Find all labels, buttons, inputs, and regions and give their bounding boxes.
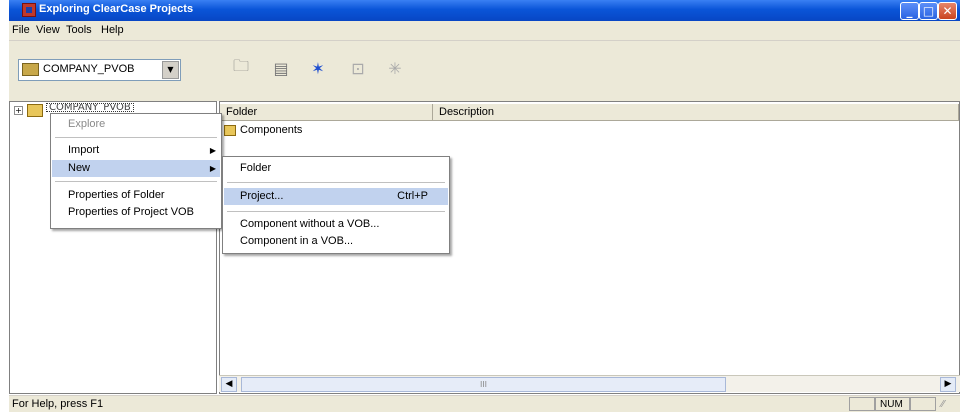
menu-separator bbox=[55, 137, 217, 138]
list-item[interactable]: Components bbox=[222, 122, 432, 138]
scroll-right-button[interactable]: ▶ bbox=[940, 377, 956, 392]
window-title: Exploring ClearCase Projects bbox=[39, 3, 194, 15]
submenu-arrow-icon: ▶ bbox=[209, 146, 216, 155]
menu-separator bbox=[227, 182, 445, 183]
scroll-left-button[interactable]: ◀ bbox=[221, 377, 237, 392]
menu-item-component-in-vob[interactable]: Component in a VOB... bbox=[224, 233, 448, 250]
menu-file[interactable]: File bbox=[12, 24, 30, 36]
menu-bar: File View Tools Help bbox=[9, 21, 960, 41]
list-item-label: Components bbox=[240, 124, 303, 136]
column-header-description[interactable]: Description bbox=[433, 104, 959, 121]
expand-toggle[interactable]: + bbox=[14, 106, 23, 115]
status-text: For Help, press F1 bbox=[12, 398, 104, 410]
deliver-icon[interactable]: ⊡ bbox=[344, 54, 372, 82]
pvob-icon bbox=[22, 63, 39, 76]
horizontal-scrollbar[interactable]: ◀ III ▶ bbox=[219, 375, 960, 392]
pvob-folder-icon bbox=[27, 104, 43, 117]
tree-root-label[interactable]: COMPANY_PVOB bbox=[46, 103, 134, 112]
menu-item-properties-of-folder[interactable]: Properties of Folder bbox=[52, 187, 220, 204]
status-cell-empty bbox=[849, 397, 875, 411]
vob-selector-value: COMPANY_PVOB bbox=[43, 63, 135, 75]
menu-item-project[interactable]: Project... Ctrl+P bbox=[224, 188, 448, 205]
menu-view[interactable]: View bbox=[36, 24, 60, 36]
new-project-icon[interactable]: ✶ bbox=[304, 54, 332, 82]
submenu-arrow-icon: ▶ bbox=[209, 164, 216, 173]
status-cell-empty bbox=[910, 397, 936, 411]
menu-help[interactable]: Help bbox=[101, 24, 124, 36]
chevron-down-icon[interactable]: ▼ bbox=[162, 61, 179, 79]
menu-tools[interactable]: Tools bbox=[66, 24, 92, 36]
status-num: NUM bbox=[875, 397, 910, 411]
close-button[interactable]: ✕ bbox=[938, 2, 957, 20]
vob-selector[interactable]: COMPANY_PVOB ▼ bbox=[18, 59, 181, 81]
new-submenu: Folder Project... Ctrl+P Component withou… bbox=[222, 156, 450, 254]
menu-separator bbox=[227, 211, 445, 212]
status-bar: For Help, press F1 NUM ⁄⁄ bbox=[9, 395, 960, 412]
menu-separator bbox=[55, 181, 217, 182]
maximize-button[interactable]: □ bbox=[919, 2, 938, 20]
menu-item-import[interactable]: Import ▶ bbox=[52, 142, 220, 159]
clearcase-app-icon bbox=[22, 3, 36, 17]
menu-item-explore[interactable]: Explore bbox=[52, 116, 220, 133]
folder-icon[interactable]: 🗀 bbox=[227, 54, 255, 82]
properties-icon[interactable]: ▤ bbox=[267, 54, 295, 82]
menu-item-new[interactable]: New ▶ bbox=[52, 160, 220, 177]
toolbar: COMPANY_PVOB ▼ 🗀 ▤ ✶ ⊡ ✳ bbox=[9, 41, 960, 101]
scrollbar-thumb[interactable]: III bbox=[241, 377, 726, 392]
column-header-folder[interactable]: Folder bbox=[220, 104, 433, 121]
resize-grip-icon[interactable]: ⁄⁄ bbox=[941, 399, 944, 410]
shortcut-label: Ctrl+P bbox=[397, 190, 428, 202]
context-menu: Explore Import ▶ New ▶ Properties of Folde… bbox=[50, 113, 222, 229]
components-folder-icon bbox=[224, 125, 236, 136]
rebase-icon[interactable]: ✳ bbox=[381, 54, 409, 82]
minimize-button[interactable]: _ bbox=[900, 2, 919, 20]
scrollbar-grip: III bbox=[479, 380, 488, 389]
menu-item-properties-of-project-vob[interactable]: Properties of Project VOB bbox=[52, 204, 220, 221]
menu-item-folder[interactable]: Folder bbox=[224, 160, 448, 177]
title-bar[interactable]: Exploring ClearCase Projects _ □ ✕ bbox=[9, 0, 960, 21]
menu-item-component-without-vob[interactable]: Component without a VOB... bbox=[224, 216, 448, 233]
